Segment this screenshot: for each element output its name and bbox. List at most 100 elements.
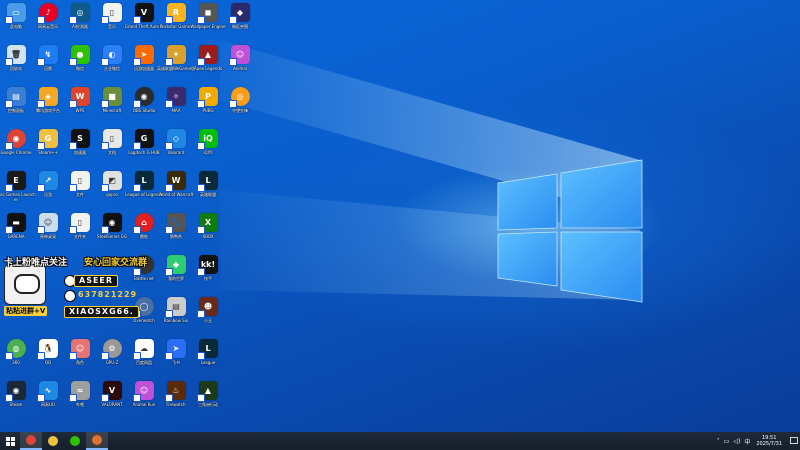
desktop-icon-label: 三角洲行动 <box>198 402 218 407</box>
app-icon: ▲ <box>196 381 218 402</box>
app-icon: 🐾 <box>164 213 186 234</box>
app-icon: ∿ <box>36 381 58 402</box>
app-icon: ♨ <box>164 381 186 402</box>
mascot-image <box>4 263 46 305</box>
game-taskbar-icon <box>92 435 102 445</box>
app-icon: L <box>196 339 218 360</box>
desktop-icon-label: 守望先锋 <box>232 108 248 113</box>
desktop-icon[interactable]: ◎ 守望先锋 <box>224 87 256 123</box>
app-icon: ◍ <box>4 339 26 360</box>
desktop-icon[interactable]: ◆ 暗区突围 <box>224 3 256 39</box>
app-icon: ▲ <box>196 45 218 66</box>
promo-id-wechat: XIAOSXG66. <box>64 306 139 318</box>
desktop-icon-label: 暗区突围 <box>232 24 248 29</box>
app-icon: ☺ <box>132 381 154 402</box>
desktop-icon[interactable]: kk! 快手 <box>192 255 224 291</box>
steam-plus-taskbar-button[interactable] <box>42 432 64 450</box>
chrome-taskbar-icon <box>26 435 36 445</box>
promo-line1: 卡上粉唯点关注 <box>4 258 68 268</box>
app-icon: R <box>164 3 186 24</box>
app-icon: ▤ <box>164 297 186 318</box>
app-icon: X <box>196 213 218 234</box>
app-icon: P <box>196 87 218 108</box>
desktop-icon-grid: ▭ 此电脑 ♪ 网易云音乐 ◎ Ai检测器 ▯ 音乐 V Grand Theft Auto VRR… <box>0 0 250 432</box>
app-icon: ➤ <box>132 45 154 66</box>
notification-icon[interactable] <box>788 432 800 450</box>
app-icon: ☺ <box>228 45 250 66</box>
app-icon: ♪ <box>36 3 58 24</box>
app-icon: W <box>68 87 90 108</box>
app-icon: V <box>132 3 154 24</box>
app-icon: ◉ <box>4 129 26 150</box>
app-icon: ◈ <box>36 87 58 108</box>
desktop-icon-label: 快手 <box>204 276 212 281</box>
desktop-icon-label: iQIYI <box>203 150 213 155</box>
app-icon: G <box>36 129 58 150</box>
promo-id-qq: 637821229 <box>78 290 138 299</box>
desktop-icon-label: XBOX <box>202 234 214 239</box>
desktop-icon[interactable]: L League <box>192 339 224 375</box>
ime-indicator[interactable]: 中 <box>744 437 750 446</box>
desktop-icon[interactable]: L 英雄联盟 <box>192 171 224 207</box>
app-icon: ◉ <box>132 87 154 108</box>
app-icon: ⚙ <box>100 339 122 360</box>
app-icon: ◐ <box>100 45 122 66</box>
app-icon: ▯ <box>100 129 122 150</box>
app-icon: S <box>68 129 90 150</box>
app-icon: ✦ <box>164 45 186 66</box>
app-icon: G <box>132 129 154 150</box>
app-icon: ↗ <box>36 171 58 192</box>
volume-icon[interactable]: ◁) <box>733 438 740 445</box>
app-icon: ● <box>68 45 90 66</box>
app-icon: ◩ <box>100 171 122 192</box>
steam-plus-taskbar-icon <box>48 436 58 446</box>
desktop-icon[interactable]: iQ iQIYI <box>192 129 224 165</box>
app-icon: ◇ <box>164 129 186 150</box>
app-icon: ◆ <box>164 255 186 276</box>
start-button[interactable] <box>0 432 20 450</box>
desktop-icon-label: League <box>200 360 216 365</box>
app-icon: ◉ <box>4 381 26 402</box>
windows-start-icon <box>5 436 15 446</box>
app-icon: E <box>4 171 26 192</box>
app-icon: ◎ <box>68 3 90 24</box>
app-icon: L <box>132 171 154 192</box>
promo-overlay: 卡上粉唯点关注 安心回家交流群 ASEER 637821229 粘粘进群+V X… <box>2 255 147 318</box>
app-icon: W <box>164 171 186 192</box>
clock[interactable]: 19:51 2025/7/31 <box>756 435 782 447</box>
taskbar-apps <box>20 432 108 450</box>
desktop-icon-label: 英雄联盟 <box>200 192 216 197</box>
chrome-taskbar-button[interactable] <box>20 432 42 450</box>
desktop-icon-label: 小丑 <box>204 318 212 323</box>
app-icon: ▯ <box>68 213 90 234</box>
chevron-up-icon[interactable]: ˄ <box>717 438 720 445</box>
wechat-taskbar-button[interactable] <box>64 432 86 450</box>
app-icon: ◆ <box>228 3 250 24</box>
app-icon: ◉ <box>100 213 122 234</box>
app-icon: ↯ <box>36 45 58 66</box>
promo-tag: 粘粘进群+V <box>4 306 48 316</box>
desktop-icon[interactable]: ▲ 三角洲行动 <box>192 381 224 417</box>
app-icon: ⌂ <box>132 213 154 234</box>
wechat-taskbar-icon <box>70 436 80 446</box>
app-icon: 🐧 <box>36 339 58 360</box>
desktop-icon[interactable]: X XBOX <box>192 213 224 249</box>
app-icon: ✧ <box>164 87 186 108</box>
network-icon[interactable]: ▭ <box>724 438 730 445</box>
desktop-icon[interactable]: ☻ 小丑 <box>192 297 224 333</box>
app-icon: ☺ <box>68 339 90 360</box>
desktop-icon[interactable]: ☺ Animal <box>224 45 256 81</box>
app-icon: ▭ <box>4 3 26 24</box>
app-icon: ☺ <box>36 213 58 234</box>
app-icon: kk! <box>196 255 218 276</box>
app-icon: ▬ <box>4 213 26 234</box>
game-taskbar-button[interactable] <box>86 432 108 450</box>
desktop: ▭ 此电脑 ♪ 网易云音乐 ◎ Ai检测器 ▯ 音乐 V Grand Theft Auto VRR… <box>0 0 800 432</box>
app-icon: ▤ <box>4 87 26 108</box>
app-icon: ◼ <box>196 3 218 24</box>
desktop-icon-label: Animal <box>233 66 247 71</box>
app-icon: 🗑 <box>4 45 26 66</box>
app-icon: V <box>100 381 122 402</box>
app-icon: ☻ <box>196 297 218 318</box>
windows-logo-wallpaper <box>220 40 643 303</box>
